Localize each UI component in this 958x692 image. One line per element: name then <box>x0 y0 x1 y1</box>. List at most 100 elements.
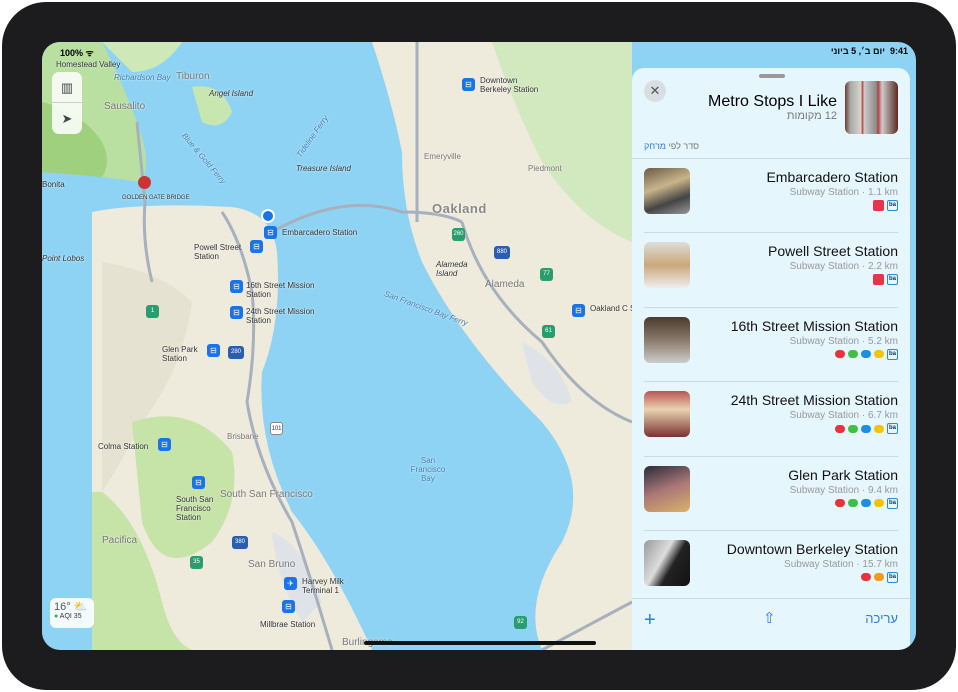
station-pin[interactable]: ⊟ <box>572 304 585 317</box>
station-pin[interactable]: ⊟ <box>230 306 243 319</box>
station-label: Glen Park Station <box>162 345 198 363</box>
station-label: South San Francisco Station <box>176 495 214 522</box>
station-name: Embarcadero Station <box>766 169 898 185</box>
route-shield: 77 <box>540 268 553 281</box>
map-label: Oakland <box>432 201 487 216</box>
station-label: Downtown Berkeley Station <box>480 76 539 94</box>
map-label: Alameda Island <box>436 260 468 278</box>
close-icon: ✕ <box>649 83 661 98</box>
sort-button[interactable]: סדר לפי מרחק <box>644 141 699 151</box>
map-label: South San Francisco <box>220 489 313 500</box>
close-button[interactable]: ✕ <box>644 80 666 102</box>
station-pin[interactable]: ⊟ <box>264 226 277 239</box>
bart-icon: ba <box>887 571 898 583</box>
map-label: Sausalito <box>104 101 146 112</box>
station-photo <box>644 465 690 512</box>
bart-icon: ba <box>887 274 898 286</box>
station-subtitle: Subway Station · 6.7 km <box>789 410 898 422</box>
station-name: 24th Street Mission Station <box>730 392 898 409</box>
guide-title: Metro Stops I Like <box>708 93 837 110</box>
station-pin[interactable]: ⊟ <box>192 476 205 489</box>
station-photo <box>644 539 690 586</box>
station-pin[interactable]: ⊟ <box>207 344 220 357</box>
station-subtitle: Subway Station · 1.1 km <box>789 187 898 198</box>
station-subtitle: Subway Station · 15.7 km <box>784 558 898 570</box>
route-shield: 880 <box>494 246 510 259</box>
station-row[interactable]: Glen Park Station Subway Station · 9.4 km… <box>644 455 898 530</box>
map-label: Brisbane <box>227 432 259 441</box>
battery-percent: 100% <box>60 48 84 58</box>
station-row[interactable]: 24th Street Mission Station Subway Statio… <box>644 381 898 455</box>
bart-icon: ba <box>887 200 898 211</box>
station-row[interactable]: 16th Street Mission Station Subway Statio… <box>644 306 898 381</box>
station-label: 16th Street Mission Station <box>246 281 315 299</box>
battery-indicator: 100% ᯤ <box>60 48 94 58</box>
map-label: Richardson Bay <box>114 73 171 82</box>
station-list: Embarcadero Station Subway Station · 1.1 … <box>632 158 910 604</box>
station-label: Millbrae Station <box>260 620 316 629</box>
station-photo <box>644 391 690 438</box>
station-pin[interactable]: ⊟ <box>462 78 475 91</box>
route-shield: 61 <box>542 325 555 338</box>
sort-label: סדר לפי <box>665 141 700 151</box>
location-arrow-icon[interactable]: ➤ <box>52 103 82 134</box>
transit-lines: ba <box>873 200 898 211</box>
line-color-dot <box>874 573 884 582</box>
map-label: Piedmont <box>528 164 562 173</box>
station-name: 16th Street Mission Station <box>730 317 898 334</box>
station-row[interactable]: Downtown Berkeley Station Subway Station … <box>644 529 898 604</box>
map-label: GOLDEN GATE BRIDGE <box>122 195 190 201</box>
route-shield: 35 <box>190 556 203 569</box>
places-count: 12 מקומות <box>786 110 837 122</box>
transit-lines: ba <box>873 274 898 286</box>
guide-cover-image <box>845 81 898 134</box>
station-photo <box>644 168 690 214</box>
guide-panel: ✕ Metro Stops I Like 12 מקומות סדר לפי מ… <box>632 68 910 650</box>
muni-icon <box>873 274 884 286</box>
golden-gate-bridge-icon[interactable] <box>138 176 151 189</box>
map-controls: ▥ ➤ <box>52 72 82 134</box>
station-row[interactable]: Powell Street Station Subway Station · 2.… <box>644 232 898 306</box>
station-label: Powell Street Station <box>194 243 242 261</box>
station-photo <box>644 316 690 363</box>
line-color-dot <box>861 350 871 359</box>
line-color-dot <box>848 499 858 508</box>
temperature: 16° <box>54 601 71 613</box>
station-label: 24th Street Mission Station <box>246 307 315 325</box>
station-label: Harvey Milk Terminal 1 <box>302 577 344 595</box>
edit-button[interactable]: עריכה <box>865 611 898 626</box>
station-label: Embarcadero Station <box>282 228 358 237</box>
station-pin[interactable]: ⊟ <box>158 438 171 451</box>
station-pin[interactable]: ⊟ <box>250 240 263 253</box>
line-color-dot <box>861 573 871 582</box>
map-icon[interactable]: ▥ <box>52 72 82 103</box>
bart-icon: ba <box>887 348 898 360</box>
route-shield: 280 <box>228 346 244 359</box>
airport-pin[interactable]: ✈ <box>284 577 297 590</box>
home-indicator[interactable] <box>364 641 596 645</box>
station-row[interactable]: Embarcadero Station Subway Station · 1.1 … <box>632 158 910 232</box>
station-subtitle: Subway Station · 9.4 km <box>789 484 898 496</box>
transit-lines: ba <box>835 348 898 360</box>
map-label: Point Lobos <box>42 254 85 263</box>
map-label: San Bruno <box>248 559 296 570</box>
line-color-dot <box>874 499 884 508</box>
map-label: Bonita <box>42 180 65 189</box>
line-color-dot <box>874 424 884 433</box>
map-label: Tiburon <box>176 71 210 82</box>
panel-grabber[interactable] <box>759 74 785 78</box>
line-color-dot <box>848 350 858 359</box>
station-pin[interactable]: ⊟ <box>230 280 243 293</box>
station-subtitle: Subway Station · 2.2 km <box>789 261 898 273</box>
transit-lines: ba <box>835 497 898 509</box>
weather-widget[interactable]: 16° ⛅ ● AQI 35 <box>50 598 94 628</box>
station-pin[interactable]: ⊟ <box>282 600 295 613</box>
line-color-dot <box>848 424 858 433</box>
line-color-dot <box>835 424 845 433</box>
sort-value: מרחק <box>644 141 666 151</box>
add-button[interactable]: + <box>644 609 656 632</box>
route-shield: 380 <box>232 536 248 549</box>
route-shield: 92 <box>514 616 527 629</box>
aqi-indicator: ● AQI 35 <box>54 613 82 620</box>
share-icon[interactable]: ⇧ <box>763 609 776 627</box>
